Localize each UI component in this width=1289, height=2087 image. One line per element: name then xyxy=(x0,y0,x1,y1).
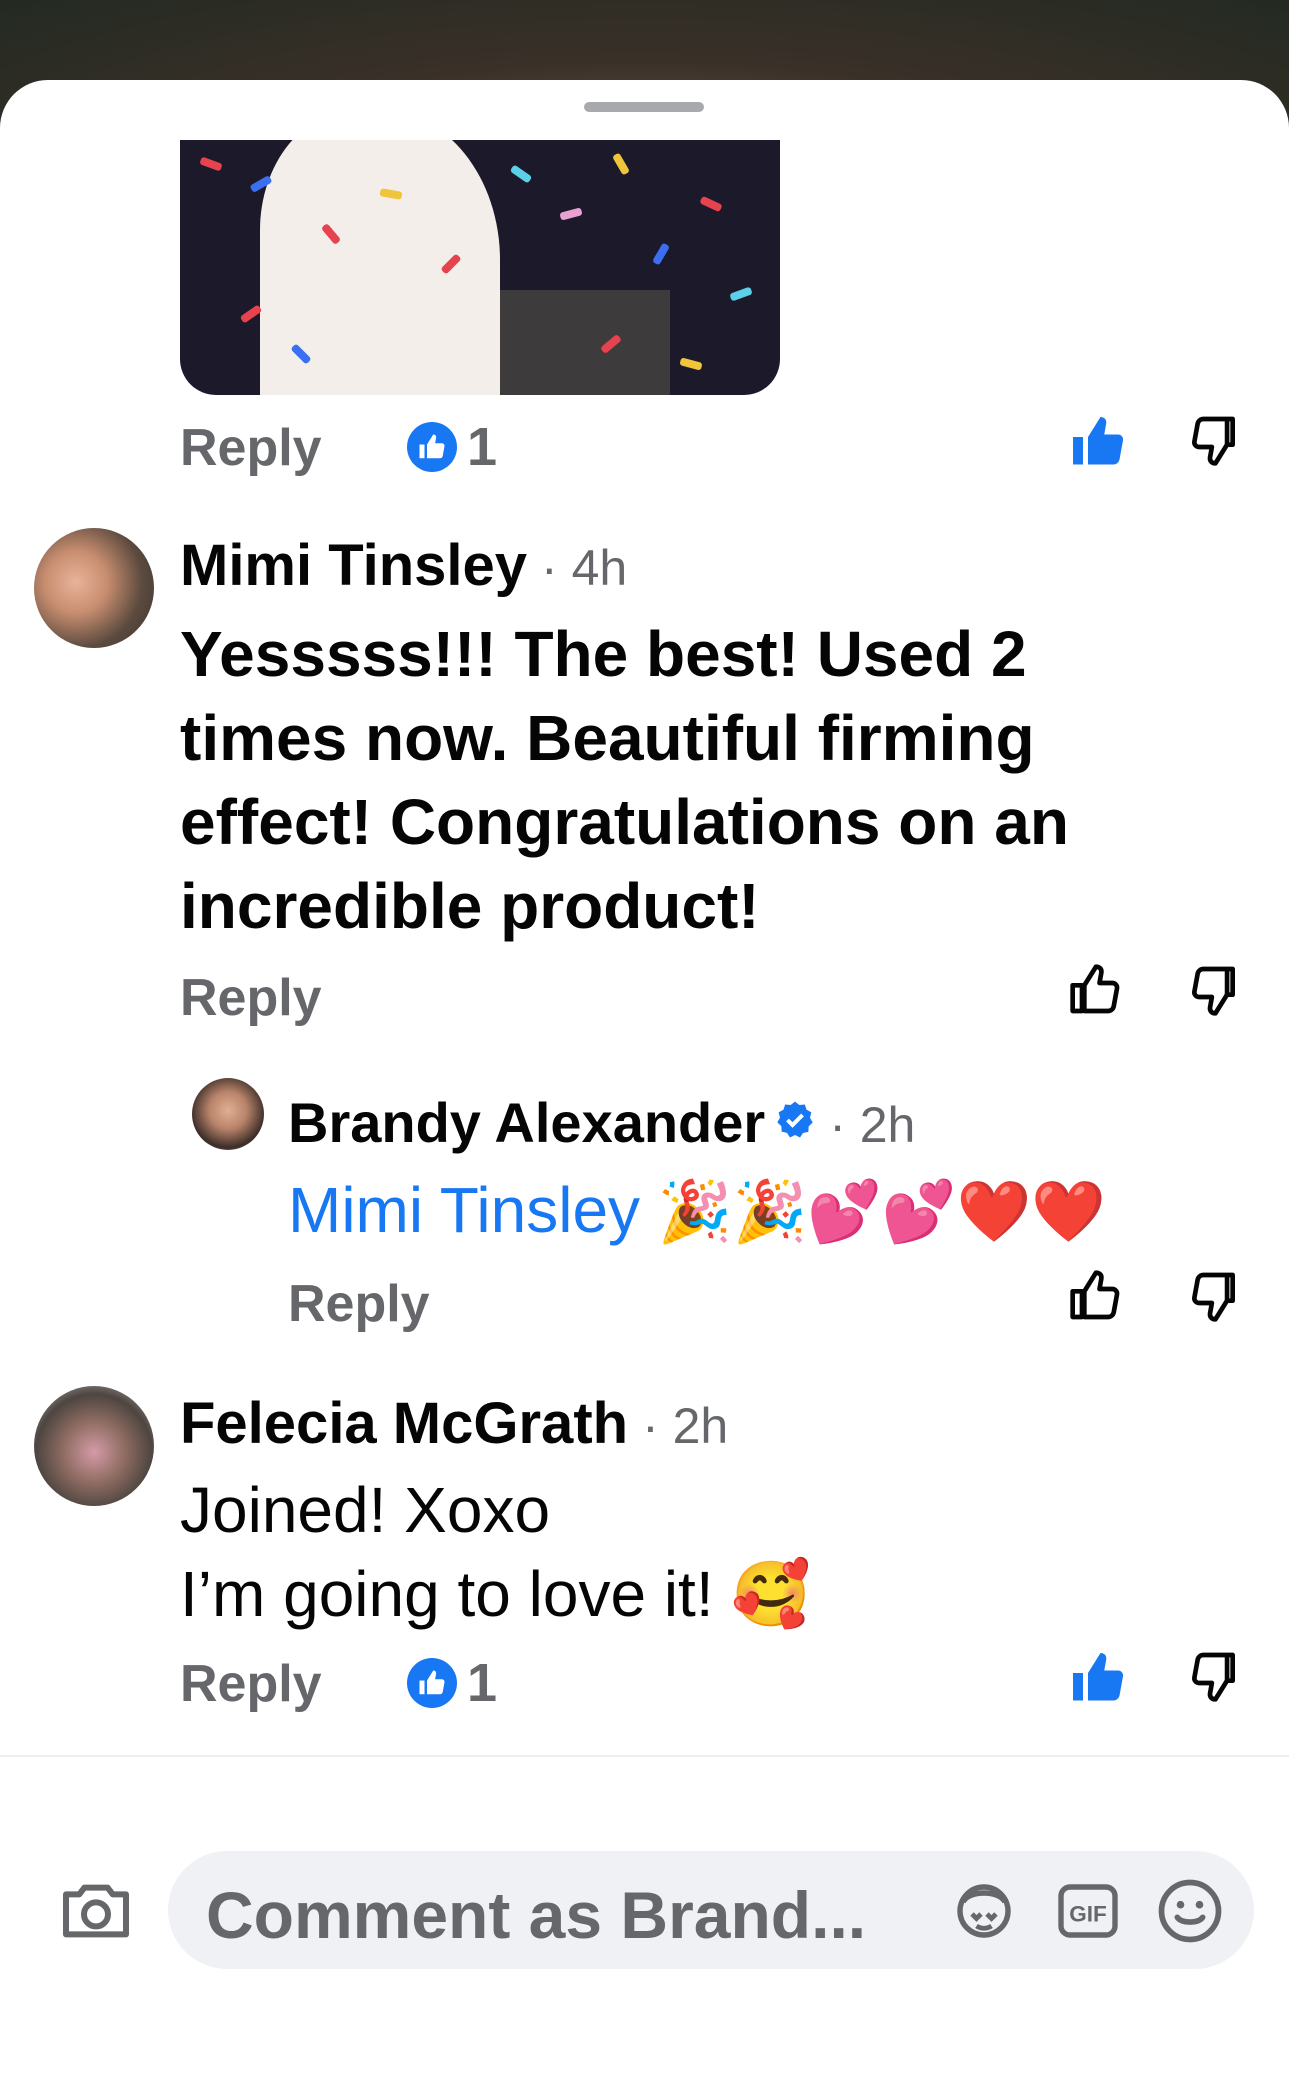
mention-link[interactable]: Mimi Tinsley xyxy=(288,1174,640,1246)
comment-time: · 2h xyxy=(829,1097,916,1153)
like-reaction-icon xyxy=(407,1658,457,1708)
comment-actions: Reply xyxy=(0,1268,1289,1333)
reaction-count[interactable]: 1 xyxy=(407,416,497,478)
reply-button[interactable]: Reply xyxy=(180,968,322,1028)
comment-actions: Reply xyxy=(0,962,1289,1027)
comment-text: Mimi Tinsley 🎉🎉💕💕❤️❤️ xyxy=(288,1168,1288,1254)
reply-button[interactable]: Reply xyxy=(288,1274,430,1334)
dislike-icon[interactable] xyxy=(1186,1268,1246,1328)
like-filled-icon[interactable] xyxy=(1068,412,1128,472)
author-name[interactable]: Felecia McGrath xyxy=(180,1390,628,1457)
comment-placeholder: Comment as Brand... xyxy=(206,1878,867,1952)
like-icon[interactable] xyxy=(1068,962,1128,1022)
verified-badge-icon xyxy=(775,1100,815,1145)
emoji-icon[interactable] xyxy=(1152,1873,1228,1949)
camera-icon[interactable] xyxy=(56,1871,136,1951)
reaction-count[interactable]: 1 xyxy=(407,1652,497,1714)
comment-composer: Comment as Brand... GIF xyxy=(0,1757,1289,2087)
author-name[interactable]: Mimi Tinsley xyxy=(180,532,527,599)
comment-header: Felecia McGrath · 2h xyxy=(180,1390,728,1457)
emoji-text: 🎉🎉💕💕❤️❤️ xyxy=(657,1178,1107,1245)
like-filled-icon[interactable] xyxy=(1068,1648,1128,1708)
avatar-sticker-icon[interactable] xyxy=(948,1875,1020,1947)
dislike-icon[interactable] xyxy=(1186,962,1246,1022)
comment-actions: Reply 1 xyxy=(0,412,1289,477)
comment-time: · 4h xyxy=(541,540,628,596)
comment-text: Yesssss!!! The best! Used 2 times now. B… xyxy=(180,618,1069,942)
author-name[interactable]: Brandy Alexander xyxy=(288,1090,765,1155)
sheet-grabber[interactable] xyxy=(584,102,704,112)
comment-header: Mimi Tinsley · 4h xyxy=(180,532,627,599)
like-icon[interactable] xyxy=(1068,1268,1128,1328)
dislike-icon[interactable] xyxy=(1186,412,1246,472)
reply-button[interactable]: Reply xyxy=(180,1654,322,1714)
comment-input[interactable]: Comment as Brand... GIF xyxy=(168,1851,1254,1969)
avatar[interactable] xyxy=(34,528,154,648)
comment-text: Joined! Xoxo I’m going to love it! 🥰 xyxy=(180,1474,812,1630)
dislike-icon[interactable] xyxy=(1186,1648,1246,1708)
comment-gif-attachment[interactable] xyxy=(180,140,780,395)
gif-icon[interactable]: GIF xyxy=(1052,1875,1124,1947)
comment-actions: Reply 1 xyxy=(0,1648,1289,1713)
svg-text:GIF: GIF xyxy=(1069,1902,1107,1927)
comment-header: Brandy Alexander · 2h xyxy=(288,1090,915,1155)
avatar[interactable] xyxy=(192,1078,264,1150)
avatar[interactable] xyxy=(34,1386,154,1506)
reply-button[interactable]: Reply xyxy=(180,418,322,478)
comment-time: · 2h xyxy=(642,1398,729,1454)
like-reaction-icon xyxy=(407,422,457,472)
